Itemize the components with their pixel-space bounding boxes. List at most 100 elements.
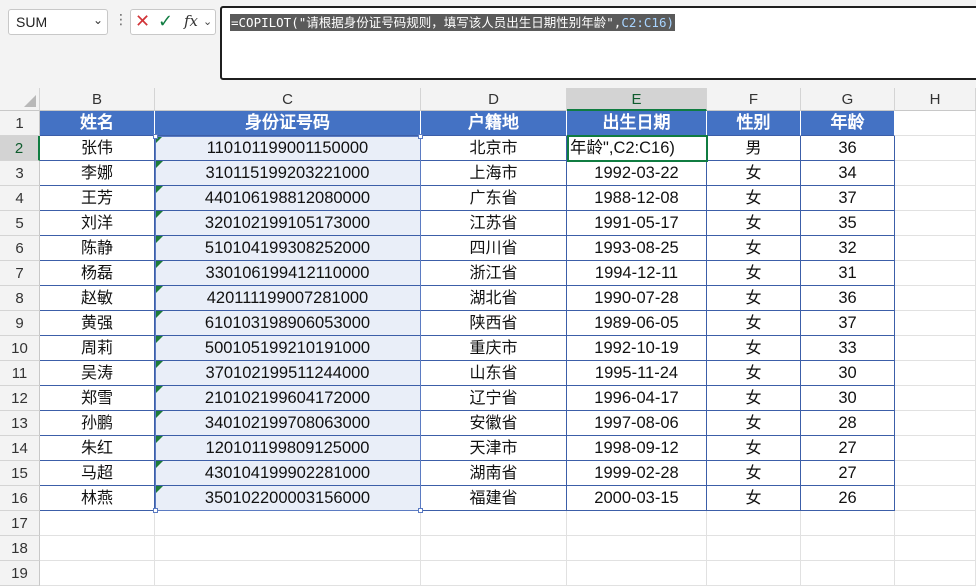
table-cell[interactable]: 110101199001150000 [155, 136, 421, 161]
table-cell[interactable]: 马超 [40, 461, 155, 486]
empty-cell[interactable] [895, 211, 976, 236]
table-cell[interactable]: 陕西省 [421, 311, 567, 336]
fx-icon[interactable]: fx [184, 12, 198, 30]
column-header-b[interactable]: B [40, 88, 155, 111]
table-cell[interactable]: 女 [707, 261, 801, 286]
table-header-cell[interactable]: 户籍地 [421, 111, 567, 136]
table-cell[interactable]: 朱红 [40, 436, 155, 461]
table-cell[interactable]: 1994-12-11 [567, 261, 707, 286]
empty-cell[interactable] [801, 536, 895, 561]
table-cell[interactable]: 女 [707, 211, 801, 236]
empty-cell[interactable] [155, 511, 421, 536]
column-header-e[interactable]: E [567, 88, 707, 111]
table-cell[interactable]: 37 [801, 186, 895, 211]
table-cell[interactable]: 孙鹏 [40, 411, 155, 436]
table-cell[interactable]: 女 [707, 286, 801, 311]
more-options-icon[interactable]: ⋮ [114, 12, 128, 28]
empty-cell[interactable] [895, 311, 976, 336]
name-box[interactable]: SUM ⌄ [8, 9, 108, 35]
table-cell[interactable]: 430104199902281000 [155, 461, 421, 486]
table-cell[interactable]: 王芳 [40, 186, 155, 211]
table-cell[interactable]: 女 [707, 486, 801, 511]
table-cell[interactable]: 北京市 [421, 136, 567, 161]
table-cell[interactable]: 山东省 [421, 361, 567, 386]
check-icon[interactable]: ✓ [158, 11, 173, 32]
table-cell[interactable]: 重庆市 [421, 336, 567, 361]
row-header-10[interactable]: 10 [0, 336, 40, 361]
empty-cell[interactable] [707, 511, 801, 536]
table-cell[interactable]: 江苏省 [421, 211, 567, 236]
table-cell[interactable]: 四川省 [421, 236, 567, 261]
row-header-17[interactable]: 17 [0, 511, 40, 536]
table-cell[interactable]: 27 [801, 461, 895, 486]
table-cell[interactable]: 福建省 [421, 486, 567, 511]
table-cell[interactable]: 刘洋 [40, 211, 155, 236]
row-header-3[interactable]: 3 [0, 161, 40, 186]
empty-cell[interactable] [895, 136, 976, 161]
empty-cell[interactable] [895, 186, 976, 211]
empty-cell[interactable] [895, 236, 976, 261]
table-cell[interactable]: 女 [707, 336, 801, 361]
row-header-2[interactable]: 2 [0, 136, 40, 161]
empty-cell[interactable] [895, 386, 976, 411]
row-header-16[interactable]: 16 [0, 486, 40, 511]
table-cell[interactable]: 1996-04-17 [567, 386, 707, 411]
table-cell[interactable]: 1992-03-22 [567, 161, 707, 186]
table-cell[interactable]: 女 [707, 386, 801, 411]
x-icon[interactable]: ✕ [135, 11, 150, 32]
table-cell[interactable]: 30 [801, 361, 895, 386]
table-cell[interactable]: 女 [707, 361, 801, 386]
table-cell[interactable]: 1992-10-19 [567, 336, 707, 361]
table-cell[interactable]: 赵敏 [40, 286, 155, 311]
table-cell[interactable]: 27 [801, 436, 895, 461]
column-header-h[interactable]: H [895, 88, 976, 111]
table-cell[interactable]: 32 [801, 236, 895, 261]
table-cell[interactable]: 37 [801, 311, 895, 336]
select-all-button[interactable] [0, 88, 40, 111]
empty-cell[interactable] [155, 536, 421, 561]
empty-cell[interactable] [421, 536, 567, 561]
table-cell[interactable]: 320102199105173000 [155, 211, 421, 236]
table-cell[interactable]: 440106198812080000 [155, 186, 421, 211]
table-cell[interactable]: 男 [707, 136, 801, 161]
row-header-9[interactable]: 9 [0, 311, 40, 336]
table-header-cell[interactable]: 性别 [707, 111, 801, 136]
table-cell[interactable]: 1993-08-25 [567, 236, 707, 261]
table-cell[interactable]: 林燕 [40, 486, 155, 511]
table-cell[interactable]: 1999-02-28 [567, 461, 707, 486]
row-header-18[interactable]: 18 [0, 536, 40, 561]
chevron-down-icon[interactable]: ⌄ [203, 15, 212, 28]
table-cell[interactable]: 湖北省 [421, 286, 567, 311]
table-cell[interactable]: 黄强 [40, 311, 155, 336]
table-cell[interactable]: 女 [707, 161, 801, 186]
empty-cell[interactable] [895, 486, 976, 511]
table-cell[interactable]: 36 [801, 286, 895, 311]
table-cell[interactable]: 420111199007281000 [155, 286, 421, 311]
table-cell[interactable]: 上海市 [421, 161, 567, 186]
empty-cell[interactable] [421, 511, 567, 536]
table-cell[interactable]: 1990-07-28 [567, 286, 707, 311]
table-cell[interactable]: 30 [801, 386, 895, 411]
table-cell[interactable]: 安徽省 [421, 411, 567, 436]
row-header-7[interactable]: 7 [0, 261, 40, 286]
table-cell[interactable]: 女 [707, 436, 801, 461]
table-header-cell[interactable]: 身份证号码 [155, 111, 421, 136]
empty-cell[interactable] [895, 411, 976, 436]
table-cell[interactable]: 湖南省 [421, 461, 567, 486]
table-cell[interactable]: 李娜 [40, 161, 155, 186]
empty-cell[interactable] [567, 511, 707, 536]
table-cell[interactable]: 1988-12-08 [567, 186, 707, 211]
table-cell[interactable]: 26 [801, 486, 895, 511]
table-cell[interactable]: 610103198906053000 [155, 311, 421, 336]
row-header-4[interactable]: 4 [0, 186, 40, 211]
table-cell[interactable]: 1989-06-05 [567, 311, 707, 336]
empty-cell[interactable] [895, 161, 976, 186]
table-cell[interactable]: 周莉 [40, 336, 155, 361]
table-header-cell[interactable]: 姓名 [40, 111, 155, 136]
table-cell[interactable]: 女 [707, 461, 801, 486]
table-cell[interactable]: 310115199203221000 [155, 161, 421, 186]
row-header-6[interactable]: 6 [0, 236, 40, 261]
table-header-cell[interactable]: 年龄 [801, 111, 895, 136]
table-cell[interactable]: 34 [801, 161, 895, 186]
table-cell[interactable]: 500105199210191000 [155, 336, 421, 361]
